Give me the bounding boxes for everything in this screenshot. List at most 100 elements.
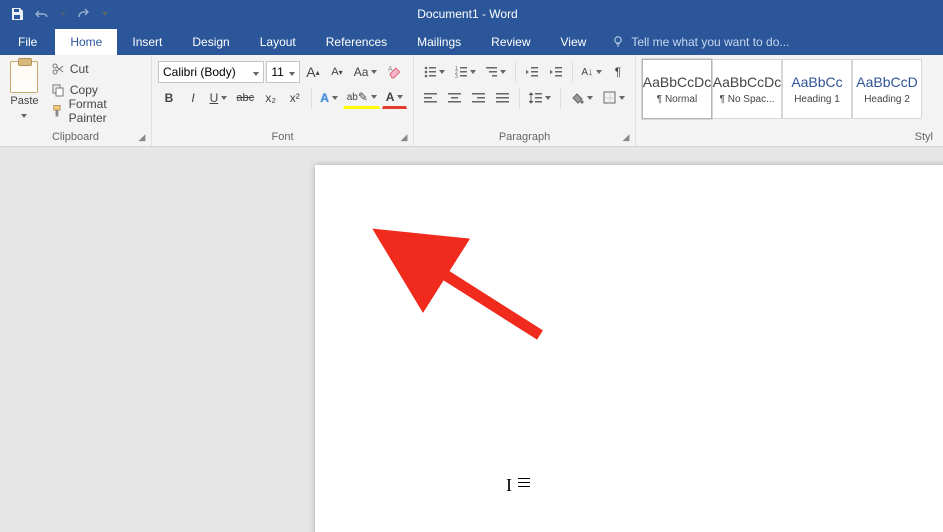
numbering-icon: 123 xyxy=(455,66,467,78)
redo-icon[interactable] xyxy=(72,3,94,25)
undo-icon[interactable] xyxy=(32,3,54,25)
line-spacing-button[interactable] xyxy=(525,87,555,109)
style-preview: AaBbCcDc xyxy=(643,74,711,90)
separator xyxy=(572,62,573,82)
tab-file[interactable]: File xyxy=(0,29,55,55)
justify-icon xyxy=(496,92,510,104)
style-item-0[interactable]: AaBbCcDc ¶ Normal xyxy=(642,59,712,119)
bullets-button[interactable] xyxy=(420,61,449,83)
style-name: Heading 1 xyxy=(794,94,840,105)
separator xyxy=(519,88,520,108)
quick-access-toolbar xyxy=(0,3,112,25)
change-case-button[interactable]: Aa xyxy=(350,61,381,83)
separator xyxy=(560,88,561,108)
grow-font-button[interactable]: A▴ xyxy=(302,61,324,83)
bold-button[interactable]: B xyxy=(158,87,180,109)
paragraph-launcher-icon[interactable]: ◢ xyxy=(620,131,632,143)
format-painter-button[interactable]: Format Painter xyxy=(47,101,145,121)
separator xyxy=(515,62,516,82)
cut-button[interactable]: Cut xyxy=(47,59,145,79)
font-color-button[interactable]: A xyxy=(382,87,407,109)
clear-formatting-button[interactable]: A xyxy=(383,61,407,83)
document-area[interactable] xyxy=(0,147,943,532)
strikethrough-button[interactable]: abc xyxy=(233,87,258,109)
font-size-combo[interactable]: 11 xyxy=(266,61,300,83)
subscript-button[interactable]: x₂ xyxy=(260,87,282,109)
svg-text:A: A xyxy=(388,66,393,73)
group-label-styles: Styl xyxy=(642,129,937,146)
group-paragraph: 123 A↓ ¶ Paragraph ◢ xyxy=(414,55,636,146)
align-right-button[interactable] xyxy=(468,87,490,109)
highlight-button[interactable]: ab✎ xyxy=(343,87,380,109)
page[interactable] xyxy=(315,165,943,532)
lightbulb-icon xyxy=(611,35,625,49)
superscript-button[interactable]: x² xyxy=(284,87,306,109)
chevron-down-icon xyxy=(289,65,295,79)
borders-icon xyxy=(603,91,616,105)
underline-button[interactable]: U xyxy=(206,87,231,109)
tab-insert[interactable]: Insert xyxy=(117,29,177,55)
decrease-indent-button[interactable] xyxy=(521,61,543,83)
style-preview: AaBbCc xyxy=(791,74,842,90)
line-spacing-icon xyxy=(529,91,542,105)
tab-mailings[interactable]: Mailings xyxy=(402,29,476,55)
clipboard-launcher-icon[interactable]: ◢ xyxy=(136,131,148,143)
window-title: Document1 - Word xyxy=(112,7,823,21)
shrink-font-button[interactable]: A▾ xyxy=(326,61,348,83)
font-launcher-icon[interactable]: ◢ xyxy=(398,131,410,143)
tab-design[interactable]: Design xyxy=(177,29,244,55)
paste-label: Paste xyxy=(10,95,38,107)
justify-button[interactable] xyxy=(492,87,514,109)
group-label-paragraph: Paragraph xyxy=(420,129,629,146)
chevron-down-icon xyxy=(253,65,259,79)
style-item-3[interactable]: AaBbCcDHeading 2 xyxy=(852,59,922,119)
group-label-font: Font xyxy=(158,129,407,146)
scissors-icon xyxy=(51,62,65,76)
group-styles: AaBbCcDc¶ NormalAaBbCcDc¶ No Spac...AaBb… xyxy=(636,55,943,146)
qat-customize-icon[interactable] xyxy=(98,3,112,25)
tab-view[interactable]: View xyxy=(546,29,602,55)
numbering-button[interactable]: 123 xyxy=(451,61,480,83)
indent-icon xyxy=(549,66,563,78)
brush-icon xyxy=(51,104,64,118)
save-icon[interactable] xyxy=(6,3,28,25)
paste-button[interactable]: Paste xyxy=(6,59,43,129)
font-name-combo[interactable]: Calibri (Body) xyxy=(158,61,264,83)
undo-dropdown-icon[interactable] xyxy=(58,3,68,25)
separator xyxy=(311,88,312,108)
styles-gallery[interactable]: AaBbCcDc¶ NormalAaBbCcDc¶ No Spac...AaBb… xyxy=(642,59,937,119)
bullets-icon xyxy=(424,66,436,78)
shading-button[interactable] xyxy=(566,87,596,109)
style-name: ¶ Normal xyxy=(657,94,697,105)
align-left-icon xyxy=(424,92,438,104)
group-font: Calibri (Body) 11 A▴ A▾ Aa A B I U abc x… xyxy=(152,55,414,146)
text-effects-button[interactable]: A xyxy=(317,87,342,109)
paste-dropdown-icon[interactable] xyxy=(21,109,27,121)
increase-indent-button[interactable] xyxy=(545,61,567,83)
sort-button[interactable]: A↓ xyxy=(578,61,605,83)
borders-button[interactable] xyxy=(599,87,629,109)
tab-home[interactable]: Home xyxy=(55,29,117,55)
style-name: Heading 2 xyxy=(864,94,910,105)
text-caret xyxy=(412,259,413,275)
multilevel-list-button[interactable] xyxy=(482,61,511,83)
tell-me-placeholder: Tell me what you want to do... xyxy=(631,35,789,49)
tab-references[interactable]: References xyxy=(311,29,402,55)
ibeam-lines-icon xyxy=(518,478,530,479)
copy-icon xyxy=(51,83,65,97)
paste-icon xyxy=(10,61,38,93)
align-center-icon xyxy=(448,92,462,104)
align-right-icon xyxy=(472,92,486,104)
group-clipboard: Paste Cut Copy Format Painter Clipboard xyxy=(0,55,152,146)
style-preview: AaBbCcDc xyxy=(713,74,781,90)
style-name: ¶ No Spac... xyxy=(720,94,775,105)
align-center-button[interactable] xyxy=(444,87,466,109)
style-item-2[interactable]: AaBbCc Heading 1 xyxy=(782,59,852,119)
style-item-1[interactable]: AaBbCcDc ¶ No Spac... xyxy=(712,59,782,119)
align-left-button[interactable] xyxy=(420,87,442,109)
italic-button[interactable]: I xyxy=(182,87,204,109)
show-marks-button[interactable]: ¶ xyxy=(607,61,629,83)
tab-review[interactable]: Review xyxy=(476,29,545,55)
tab-layout[interactable]: Layout xyxy=(245,29,311,55)
tell-me-search[interactable]: Tell me what you want to do... xyxy=(601,35,799,55)
